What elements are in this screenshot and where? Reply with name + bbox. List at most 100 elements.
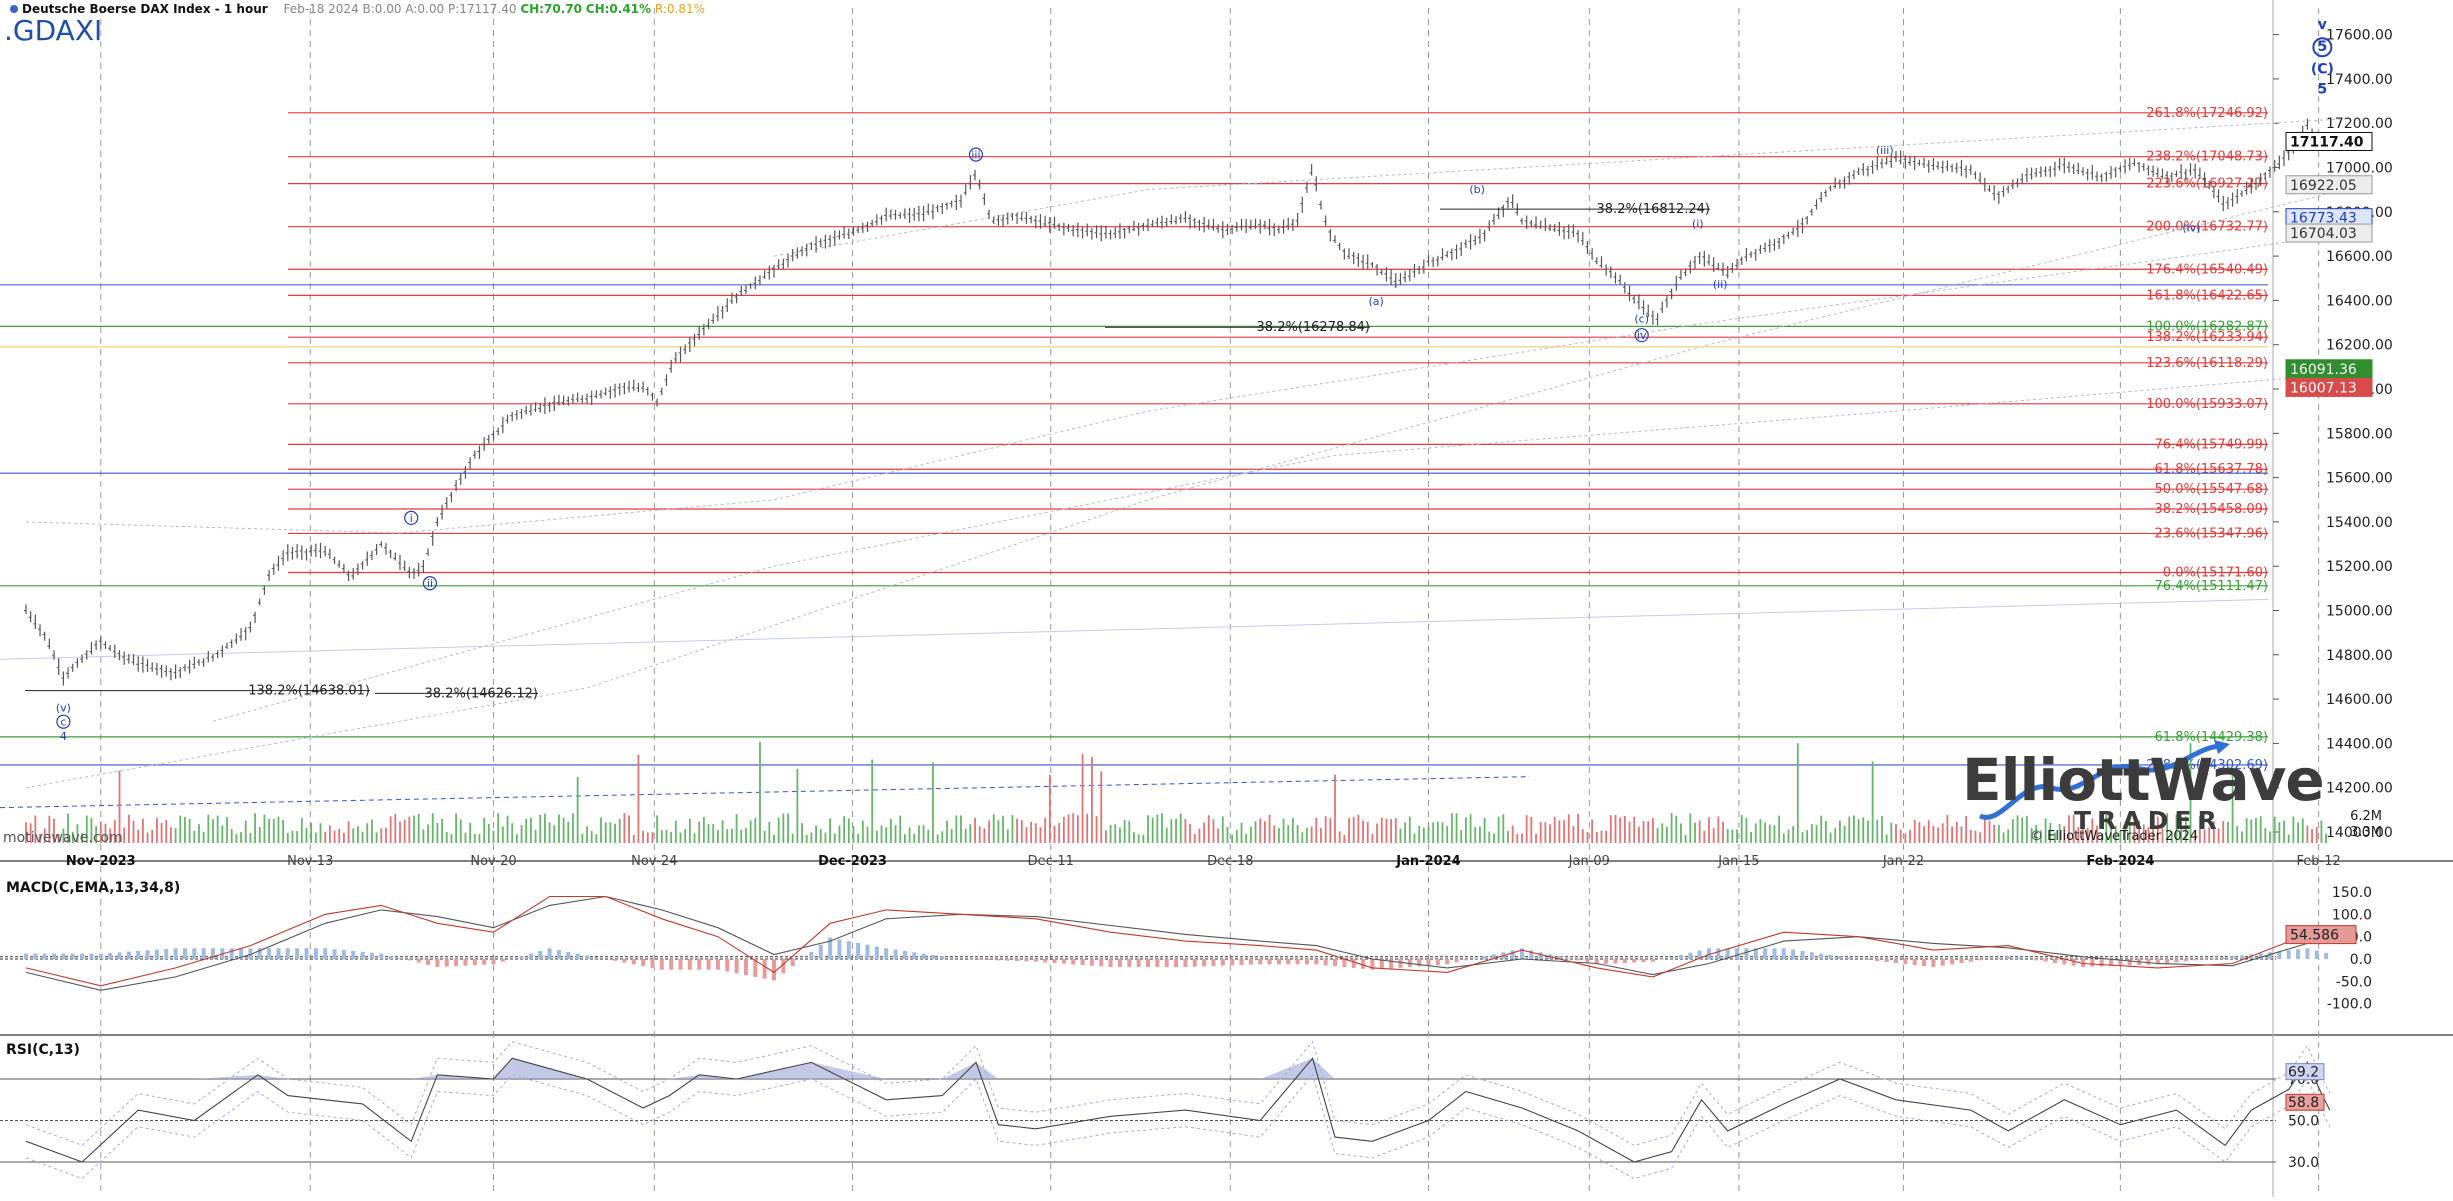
macd-hist-bar <box>1268 959 1272 964</box>
volume-bar <box>1479 826 1481 843</box>
volume-bar <box>1895 824 1897 843</box>
volume-bar <box>310 823 312 843</box>
macd-hist-bar <box>2240 955 2244 959</box>
macd-hist-bar <box>2044 959 2048 962</box>
volume-bar <box>170 827 172 843</box>
macd-hist-bar <box>688 959 692 970</box>
volume-bar <box>2311 829 2313 843</box>
volume-bar <box>1526 815 1528 843</box>
macd-hist-bar <box>24 954 28 959</box>
volume-bar <box>1058 823 1060 843</box>
volume-bar <box>1329 818 1331 843</box>
macd-hist-bar <box>1847 958 1851 959</box>
volume-bar <box>1488 832 1490 843</box>
x-tick-label: Jan-09 <box>1568 854 1610 869</box>
volume-bar <box>628 815 630 843</box>
volume-bar <box>1554 817 1556 843</box>
volume-bar <box>1152 817 1154 843</box>
y-tick-label: 15400.00 <box>2326 515 2393 531</box>
volume-bar <box>1250 827 1252 843</box>
rsi-y-tick: 50.0 <box>2288 1114 2319 1130</box>
watermark: motivewave.com <box>3 830 123 846</box>
fib-level-label: 100.0%(15933.07) <box>2146 397 2268 412</box>
x-tick-label: Nov-20 <box>470 854 516 869</box>
volume-bar <box>226 817 228 843</box>
volume-bar <box>1446 826 1448 843</box>
volume-bar <box>479 834 481 843</box>
rsi-overbought-area <box>411 1075 437 1079</box>
macd-hist-bar <box>1810 952 1814 959</box>
fib-level-label: 200.0%(16732.77) <box>2146 220 2268 235</box>
wave-label: (iv) <box>2182 222 2200 235</box>
volume-bar <box>1142 835 1144 843</box>
volume-bar <box>1077 815 1079 843</box>
volume-bar <box>380 828 382 843</box>
macd-hist-bar <box>1296 959 1300 964</box>
volume-bar <box>1138 834 1140 843</box>
macd-hist-bar <box>80 954 84 959</box>
volume-bar <box>1124 820 1126 843</box>
volume-bar <box>764 831 766 843</box>
volume-bar <box>123 828 125 843</box>
macd-hist-bar <box>1427 959 1431 966</box>
macd-hist-bar <box>1585 959 1589 962</box>
volume-bar <box>1713 828 1715 843</box>
volume-bar <box>1283 819 1285 843</box>
volume-bar <box>1629 822 1631 843</box>
volume-bar <box>404 820 406 843</box>
volume-bar <box>740 830 742 843</box>
volume-bar <box>1975 831 1977 843</box>
volume-bar <box>979 826 981 843</box>
volume-bar <box>1769 825 1771 843</box>
volume-bar <box>960 815 962 843</box>
volume-bar <box>488 824 490 843</box>
volume-bar <box>1301 832 1303 843</box>
volume-bar <box>1741 815 1743 843</box>
volume-bar <box>133 821 135 843</box>
volume-bar <box>1353 817 1355 843</box>
volume-bar <box>1217 829 1219 843</box>
macd-hist-bar <box>61 954 65 959</box>
volume-bar <box>1900 830 1902 843</box>
volume-bar <box>1105 830 1107 843</box>
x-tick-label: Jan-15 <box>1717 854 1759 869</box>
volume-bar <box>1367 822 1369 843</box>
volume-bar <box>1928 820 1930 843</box>
macd-hist-bar <box>192 948 196 959</box>
volume-bar <box>2316 827 2318 843</box>
macd-hist-bar <box>89 954 93 959</box>
volume-bar <box>946 821 948 843</box>
volume-bar <box>1460 830 1462 843</box>
volume-bar <box>128 815 130 843</box>
macd-hist-bar <box>463 959 467 966</box>
macd-hist-bar <box>370 953 374 959</box>
volume-bar <box>1951 826 1953 843</box>
macd-hist-bar <box>1838 956 1842 959</box>
volume-bar <box>829 818 831 843</box>
chart-canvas[interactable]: Nov-2023Nov-13Nov-20Nov-24Dec-2023Dec-11… <box>0 0 2453 1197</box>
volume-bar <box>1507 831 1509 843</box>
volume-bar <box>1484 818 1486 843</box>
macd-hist-bar <box>1978 959 1982 960</box>
fib-level-label: 176.4%(16540.49) <box>2146 262 2268 277</box>
volume-bar <box>352 828 354 843</box>
macd-hist-bar <box>1483 956 1487 959</box>
volume-bar <box>932 762 934 843</box>
rsi-overbought-area <box>194 1075 258 1079</box>
volume-bar <box>250 833 252 843</box>
volume-bar <box>1311 827 1313 843</box>
volume-bar <box>988 820 990 843</box>
wave-label: (c) <box>1634 313 1649 326</box>
macd-hist-bar <box>1567 958 1571 959</box>
volume-bar <box>376 832 378 843</box>
volume-bar <box>1563 820 1565 843</box>
volume-bar <box>1021 820 1023 843</box>
macd-hist-bar <box>566 952 570 959</box>
volume-bar <box>1591 820 1593 843</box>
volume-bar <box>1339 831 1341 843</box>
regression-curve <box>213 374 2345 722</box>
macd-hist-bar <box>2034 959 2038 960</box>
volume-bar <box>535 830 537 843</box>
volume-bar <box>1605 831 1607 843</box>
volume-bar <box>1727 829 1729 843</box>
